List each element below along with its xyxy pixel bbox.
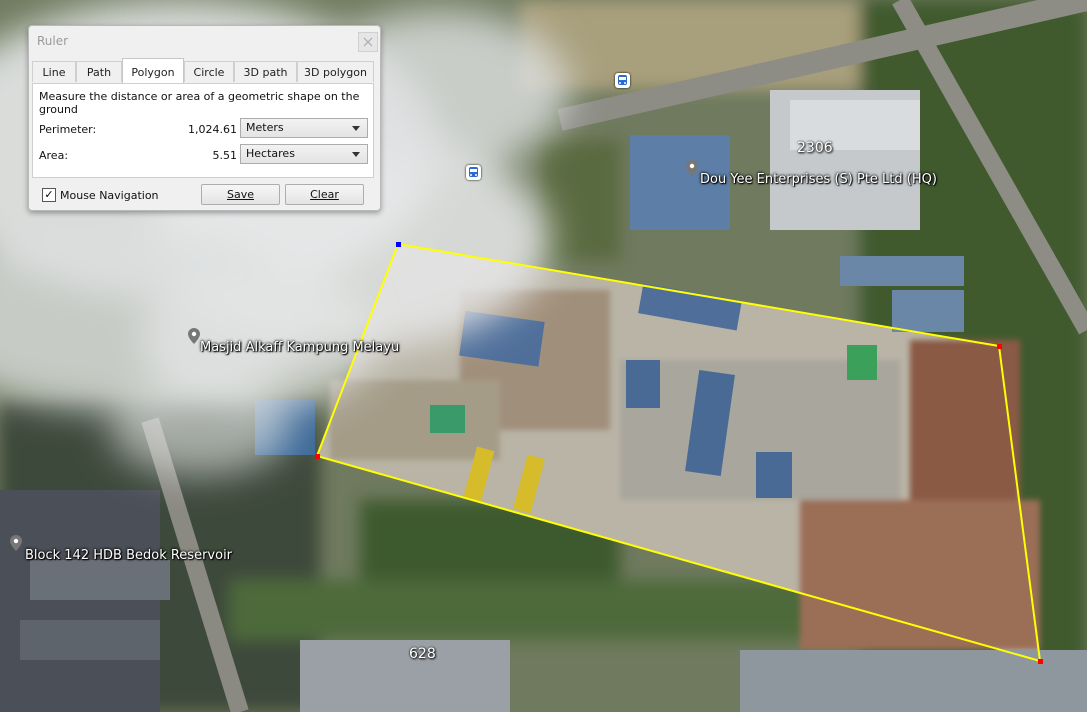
chevron-down-icon <box>352 126 360 131</box>
bus-stop-icon[interactable] <box>615 73 630 88</box>
tab-circle[interactable]: Circle <box>184 61 234 82</box>
building-number-label: 628 <box>409 646 436 662</box>
vertex-red <box>315 454 320 459</box>
dialog-titlebar[interactable]: Ruler <box>29 26 380 56</box>
dialog-title: Ruler <box>37 34 69 48</box>
place-pin-icon[interactable] <box>686 160 698 176</box>
area-unit-value: Hectares <box>246 147 295 160</box>
place-label-masjid[interactable]: Masjid Alkaff Kampung Melayu <box>200 340 399 355</box>
tab-3d-polygon[interactable]: 3D polygon <box>297 61 374 82</box>
ruler-description: Measure the distance or area of a geomet… <box>39 90 360 116</box>
place-pin-icon[interactable] <box>188 328 200 344</box>
ruler-dialog[interactable]: Ruler Line Path Circle 3D path 3D polygo… <box>28 25 381 211</box>
vertex-blue <box>396 242 401 247</box>
save-button[interactable]: Save <box>201 184 280 205</box>
place-label-douyee[interactable]: Dou Yee Enterprises (S) Pte Ltd (HQ) <box>700 172 937 187</box>
close-icon[interactable] <box>358 32 378 52</box>
tab-path[interactable]: Path <box>76 61 122 82</box>
perimeter-label: Perimeter: <box>39 123 97 136</box>
bus-stop-icon[interactable] <box>466 165 481 180</box>
perimeter-value: 1,024.61 <box>188 123 237 136</box>
building-number-label: 2306 <box>797 140 833 156</box>
ruler-tabs: Line Path Circle 3D path 3D polygon Poly… <box>32 58 374 83</box>
polygon-panel: Measure the distance or area of a geomet… <box>32 83 374 178</box>
area-unit-select[interactable]: Hectares <box>240 144 368 164</box>
vertex-red <box>997 344 1002 349</box>
area-value: 5.51 <box>212 149 238 162</box>
mouse-navigation-label[interactable]: Mouse Navigation <box>60 189 159 202</box>
tab-3d-path[interactable]: 3D path <box>234 61 297 82</box>
place-pin-icon[interactable] <box>10 535 22 551</box>
tab-line[interactable]: Line <box>32 61 76 82</box>
perimeter-unit-value: Meters <box>246 121 284 134</box>
perimeter-unit-select[interactable]: Meters <box>240 118 368 138</box>
vertex-red <box>1038 659 1043 664</box>
chevron-down-icon <box>352 152 360 157</box>
tab-polygon[interactable]: Polygon <box>122 58 184 83</box>
place-label-block142[interactable]: Block 142 HDB Bedok Reservoir <box>25 548 232 563</box>
area-label: Area: <box>39 149 69 162</box>
clear-button[interactable]: Clear <box>285 184 364 205</box>
mouse-navigation-checkbox[interactable]: ✓ <box>42 188 56 202</box>
